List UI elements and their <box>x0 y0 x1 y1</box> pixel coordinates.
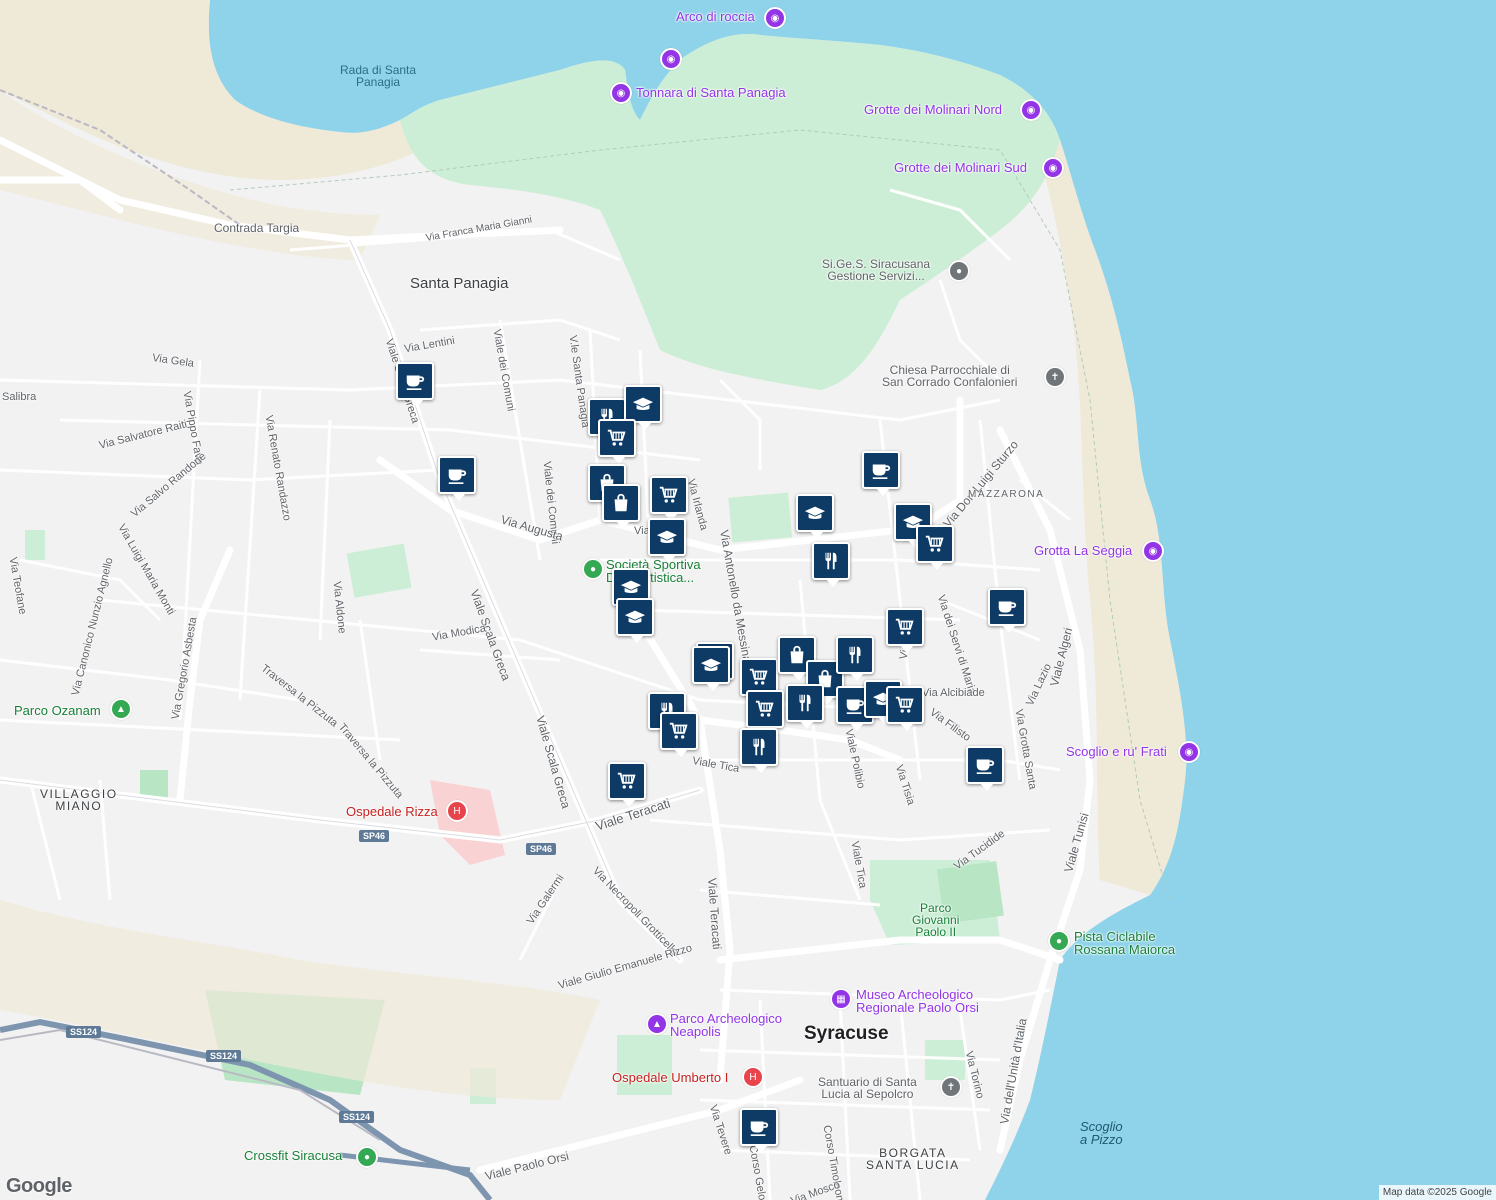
monument-icon[interactable]: ▲ <box>646 1013 668 1035</box>
poi-label-tonnara[interactable]: Tonnara di Santa Panagia <box>636 86 786 99</box>
grocery-icon[interactable] <box>886 608 924 653</box>
church-icon[interactable]: ✝ <box>940 1076 962 1098</box>
district-label-villaggio-miano: VILLAGGIO MIANO <box>40 787 118 813</box>
poi-label-grotte-nord[interactable]: Grotte dei Molinari Nord <box>864 103 1002 116</box>
park-tree-icon[interactable]: ▲ <box>110 698 132 720</box>
hospital-icon[interactable]: H <box>742 1066 764 1088</box>
grocery-icon[interactable] <box>660 712 698 757</box>
map-attribution[interactable]: Map data ©2025 Google <box>1378 1185 1496 1200</box>
cafe-icon[interactable] <box>438 456 476 501</box>
school-icon[interactable] <box>624 385 662 430</box>
area-label-santa-panagia: Santa Panagia <box>410 275 509 292</box>
poi-label-arco[interactable]: Arco di roccia <box>676 10 755 23</box>
google-logo: Google <box>6 1175 72 1197</box>
camera-icon[interactable]: ◉ <box>610 82 632 104</box>
poi-label-parco-archeologico[interactable]: Parco Archeologico Neapolis <box>670 1012 782 1038</box>
grocery-icon[interactable] <box>916 525 954 570</box>
water-label-scoglio-pizzo: Scoglio a Pizzo <box>1080 1119 1123 1147</box>
road-shield-ss124-2: SS124 <box>206 1050 242 1062</box>
water-label-rada: Rada di Santa Panagia <box>340 63 417 89</box>
restaurant-icon[interactable] <box>812 542 850 587</box>
museum-icon[interactable]: ▦ <box>830 988 852 1010</box>
camera-icon[interactable]: ◉ <box>1178 741 1200 763</box>
grocery-icon[interactable] <box>650 476 688 521</box>
school-icon[interactable] <box>648 518 686 563</box>
city-label-syracuse: Syracuse <box>804 1023 889 1044</box>
gym-icon[interactable]: ● <box>356 1146 378 1168</box>
poi-label-grotte-sud[interactable]: Grotte dei Molinari Sud <box>894 161 1027 174</box>
district-label-mazzarona: MAZZARONA <box>968 489 1045 500</box>
cafe-icon[interactable] <box>988 588 1026 633</box>
cafe-icon[interactable] <box>396 362 434 407</box>
cafe-icon[interactable] <box>862 451 900 496</box>
poi-label-chiesa[interactable]: Chiesa Parrocchiale di San Corrado Confa… <box>882 364 1017 388</box>
poi-label-museo[interactable]: Museo Archeologico Regionale Paolo Orsi <box>856 988 979 1014</box>
restaurant-icon[interactable] <box>836 636 874 681</box>
camera-icon[interactable]: ◉ <box>764 7 786 29</box>
camera-icon[interactable]: ◉ <box>1142 540 1164 562</box>
school-icon[interactable] <box>796 494 834 539</box>
school-icon[interactable] <box>692 646 730 691</box>
park-label-giovanni-paolo[interactable]: Parco Giovanni Paolo II <box>912 902 959 938</box>
restaurant-icon[interactable] <box>740 728 778 773</box>
grocery-icon[interactable] <box>598 419 636 464</box>
poi-label-scoglio-frati[interactable]: Scoglio e ru' Frati <box>1066 745 1167 758</box>
camera-icon[interactable]: ◉ <box>1020 99 1042 121</box>
school-icon[interactable] <box>616 598 654 643</box>
poi-label-santuario[interactable]: Santuario di Santa Lucia al Sepolcro <box>818 1076 917 1100</box>
road-shield-ss124-1: SS124 <box>66 1026 102 1038</box>
restaurant-icon[interactable] <box>786 684 824 729</box>
grocery-icon[interactable] <box>746 690 784 735</box>
road-label-contrada-targia: Contrada Targia <box>214 221 300 235</box>
service-icon[interactable]: ● <box>948 260 970 282</box>
road-label-via-alcibiade: Via Alcibiade <box>922 687 985 699</box>
road-label-salibra: Salibra <box>2 391 37 403</box>
grocery-icon[interactable] <box>886 686 924 731</box>
poi-label-pista-ciclabile[interactable]: Pista Ciclabile Rossana Maiorca <box>1074 930 1175 956</box>
cafe-icon[interactable] <box>966 746 1004 791</box>
road-shield-ss124-3: SS124 <box>339 1111 375 1123</box>
district-label-borgata: BORGATA SANTA LUCIA <box>866 1146 960 1172</box>
hospital-icon[interactable]: H <box>446 800 468 822</box>
poi-label-crossfit[interactable]: Crossfit Siracusa <box>244 1149 342 1162</box>
road-shield-sp46: SP46 <box>359 830 390 842</box>
sports-icon[interactable]: ● <box>582 558 604 580</box>
park-label-ozanam[interactable]: Parco Ozanam <box>14 704 101 717</box>
shopping-icon[interactable] <box>602 484 640 529</box>
poi-label-sigess[interactable]: Si.Ge.S. Siracusana Gestione Servizi... <box>822 258 930 282</box>
poi-label-ospedale-rizza[interactable]: Ospedale Rizza <box>346 805 438 818</box>
road-shield-sp46-2: SP46 <box>526 843 557 855</box>
church-icon[interactable]: ✝ <box>1044 366 1066 388</box>
poi-label-ospedale-umberto[interactable]: Ospedale Umberto I <box>612 1071 728 1084</box>
camera-icon[interactable]: ◉ <box>660 48 682 70</box>
grocery-icon[interactable] <box>608 762 646 807</box>
poi-label-grotta-seggia[interactable]: Grotta La Seggia <box>1034 544 1132 557</box>
map-canvas[interactable]: Arco di roccia Rada di Santa Panagia Ton… <box>0 0 1496 1200</box>
cycle-path-icon[interactable]: ● <box>1048 930 1070 952</box>
cafe-icon[interactable] <box>740 1108 778 1153</box>
camera-icon[interactable]: ◉ <box>1042 157 1064 179</box>
